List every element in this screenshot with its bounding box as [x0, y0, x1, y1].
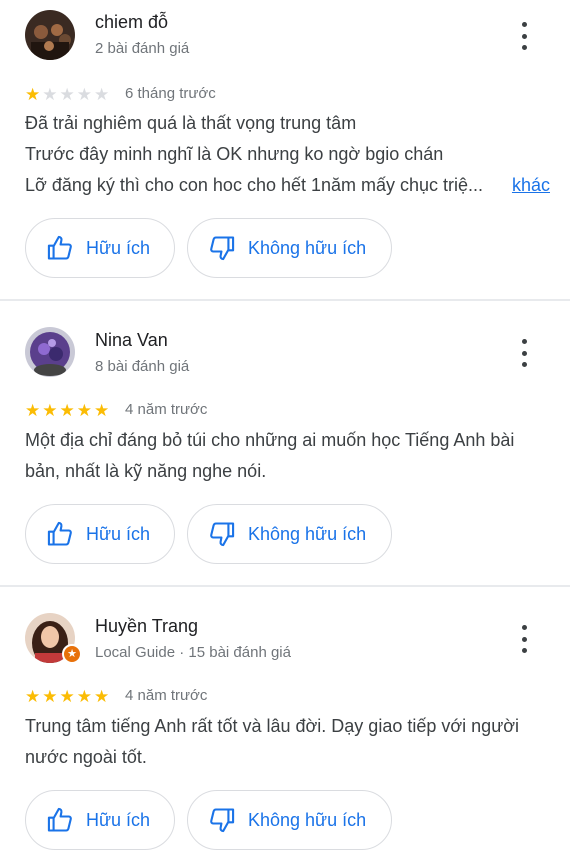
review-time: 4 năm trước — [125, 687, 208, 704]
avatar[interactable] — [25, 10, 75, 60]
review-text-truncated: Lỡ đăng ký thì cho con hoc cho hết 1năm … — [25, 175, 484, 195]
not-helpful-button[interactable]: Không hữu ích — [187, 218, 392, 278]
review-text: Trung tâm tiếng Anh rất tốt và lâu đời. … — [25, 711, 550, 773]
review-time: 4 năm trước — [125, 401, 208, 418]
thumbs-down-icon — [210, 236, 235, 261]
more-link[interactable]: khác — [512, 170, 550, 201]
more-vert-icon[interactable] — [514, 339, 534, 367]
reviewer-name[interactable]: chiem đỗ — [95, 12, 168, 33]
more-vert-icon[interactable] — [514, 22, 534, 50]
thumbs-down-icon — [210, 522, 235, 547]
star-empty-icon: ★ — [42, 85, 58, 104]
thumbs-up-icon — [47, 807, 72, 832]
helpful-label: Hữu ích — [86, 809, 151, 830]
review-time: 6 tháng trước — [125, 85, 216, 102]
review-text-line: nước ngoài tốt. — [25, 747, 147, 767]
more-vert-icon[interactable] — [514, 625, 534, 653]
not-helpful-label: Không hữu ích — [248, 809, 367, 830]
reviewer-meta: Local Guide · 15 bài đánh giá — [95, 644, 291, 661]
helpful-label: Hữu ích — [86, 523, 151, 544]
star-filled-icon: ★ — [25, 687, 41, 706]
review-card: Nina Van 8 bài đánh giá ★ ★ ★ ★ ★ 4 năm trướ… — [0, 301, 570, 587]
review-text: Đã trải nghiêm quá là thất vọng trung tâ… — [25, 108, 550, 201]
reviewer-meta: 8 bài đánh giá — [95, 358, 190, 375]
star-rating: ★ ★ ★ ★ ★ — [25, 688, 109, 705]
star-empty-icon: ★ — [59, 85, 75, 104]
helpful-button[interactable]: Hữu ích — [25, 218, 175, 278]
not-helpful-button[interactable]: Không hữu ích — [187, 790, 392, 850]
thumbs-up-icon — [47, 521, 72, 546]
not-helpful-label: Không hữu ích — [248, 237, 367, 258]
star-empty-icon: ★ — [76, 85, 92, 104]
reviewer-name[interactable]: Huyền Trang — [95, 616, 198, 637]
review-text-line: Một địa chỉ đáng bỏ túi cho những ai muố… — [25, 430, 515, 450]
review-text-line: Trước đây minh nghĩ là OK nhưng ko ngờ b… — [25, 144, 444, 164]
avatar[interactable] — [25, 327, 75, 377]
star-filled-icon: ★ — [76, 401, 92, 420]
star-filled-icon: ★ — [94, 401, 110, 420]
star-empty-icon: ★ — [94, 85, 110, 104]
star-rating: ★ ★ ★ ★ ★ — [25, 402, 109, 419]
review-text: Một địa chỉ đáng bỏ túi cho những ai muố… — [25, 425, 550, 487]
review-text-line: Lỡ đăng ký thì cho con hoc cho hết 1năm … — [25, 170, 550, 201]
not-helpful-button[interactable]: Không hữu ích — [187, 504, 392, 564]
thumbs-up-icon — [47, 235, 72, 260]
star-filled-icon: ★ — [42, 401, 58, 420]
star-filled-icon: ★ — [25, 401, 41, 420]
review-card: ★ Huyền Trang Local Guide · 15 bài đánh … — [0, 587, 570, 857]
star-filled-icon: ★ — [59, 687, 75, 706]
review-text-line: Trung tâm tiếng Anh rất tốt và lâu đời. … — [25, 716, 520, 736]
helpful-button[interactable]: Hữu ích — [25, 504, 175, 564]
not-helpful-label: Không hữu ích — [248, 523, 367, 544]
star-filled-icon: ★ — [76, 687, 92, 706]
star-filled-icon: ★ — [59, 401, 75, 420]
local-guide-badge-icon: ★ — [62, 644, 82, 664]
helpful-button[interactable]: Hữu ích — [25, 790, 175, 850]
thumbs-down-icon — [210, 808, 235, 833]
reviewer-meta: 2 bài đánh giá — [95, 40, 190, 57]
review-text-line: Đã trải nghiêm quá là thất vọng trung tâ… — [25, 113, 357, 133]
helpful-label: Hữu ích — [86, 237, 151, 258]
review-card: chiem đỗ 2 bài đánh giá ★ ★ ★ ★ ★ 6 tháng tr… — [0, 0, 570, 301]
review-text-line: bản, nhất là kỹ năng nghe nói. — [25, 461, 267, 481]
star-rating: ★ ★ ★ ★ ★ — [25, 86, 109, 103]
star-filled-icon: ★ — [42, 687, 58, 706]
star-filled-icon: ★ — [25, 85, 41, 104]
star-filled-icon: ★ — [94, 687, 110, 706]
reviewer-name[interactable]: Nina Van — [95, 330, 168, 351]
